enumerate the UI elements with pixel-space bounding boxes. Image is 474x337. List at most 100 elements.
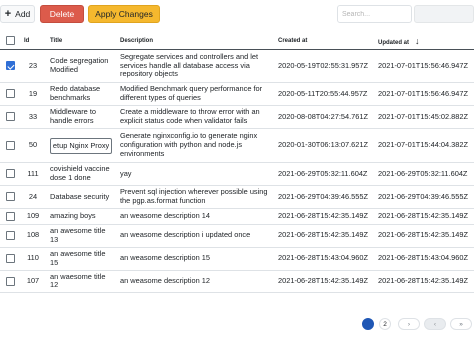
cell-updated-at[interactable]: 2021-06-28T15:42:35.149Z <box>374 208 474 225</box>
row-checkbox[interactable] <box>5 112 15 122</box>
cell-id[interactable]: 23 <box>20 49 46 83</box>
row-checkbox[interactable] <box>5 253 15 263</box>
apply-changes-button[interactable]: Apply Changes <box>88 5 160 23</box>
table-row[interactable]: 107 an waesome title 12 an weasome descrip… <box>0 270 474 294</box>
cell-title[interactable]: covishield vaccine dose 1 done <box>46 162 116 186</box>
cell-description[interactable]: an weasome description i updated once <box>116 224 274 248</box>
cell-created-at[interactable]: 2020-08-08T04:27:54.761Z <box>274 105 374 129</box>
cell-id[interactable]: 108 <box>20 224 46 248</box>
row-checkbox[interactable] <box>5 169 15 179</box>
cell-title[interactable]: an awesome title 15 <box>46 247 116 271</box>
table-row[interactable]: 111 covishield vaccine dose 1 done yay 2021… <box>0 162 474 186</box>
column-header-description[interactable]: Description <box>116 32 274 50</box>
cell-title[interactable]: Middleware to handle errors <box>46 105 116 129</box>
cell-updated-at[interactable]: 2021-06-29T05:32:11.604Z <box>374 162 474 186</box>
last-page-button[interactable]: » <box>450 318 472 330</box>
cell-id[interactable]: 107 <box>20 270 46 294</box>
select-all-cell <box>0 32 20 50</box>
plus-icon: + <box>4 7 12 20</box>
column-header-updated[interactable]: Updated at ↓ <box>374 32 474 50</box>
cell-description[interactable]: an weasome description 15 <box>116 247 274 271</box>
cell-description[interactable]: an weasome description 12 <box>116 270 274 294</box>
row-checkbox[interactable] <box>5 61 15 71</box>
cell-title <box>46 128 116 163</box>
toolbar: + Add Delete Apply Changes <box>0 5 474 23</box>
search-button[interactable] <box>414 5 474 23</box>
cell-created-at[interactable]: 2021-06-28T15:42:35.149Z <box>274 208 374 225</box>
cell-title[interactable]: an waesome title 12 <box>46 270 116 294</box>
table-row[interactable]: 108 an awesome title 13 an weasome descrip… <box>0 224 474 248</box>
previous-page-button[interactable]: ‹ <box>424 318 446 330</box>
cell-id[interactable]: 111 <box>20 162 46 186</box>
row-select-cell <box>0 162 20 186</box>
cell-updated-at[interactable]: 2021-07-01T15:45:02.882Z <box>374 105 474 129</box>
search-input[interactable] <box>337 5 412 23</box>
apply-changes-label: Apply Changes <box>95 9 153 19</box>
row-select-cell <box>0 224 20 248</box>
cell-title[interactable]: Database security <box>46 185 116 209</box>
table-row[interactable]: 33 Middleware to handle errors Create a mi… <box>0 105 474 129</box>
cell-title[interactable]: amazing boys <box>46 208 116 225</box>
page-2-button[interactable]: 2 <box>379 318 391 330</box>
row-select-cell <box>0 82 20 106</box>
column-header-title[interactable]: Title <box>46 32 116 50</box>
todo-table: Id Title Description Created at Updated … <box>0 32 474 294</box>
select-all-checkbox[interactable] <box>5 36 15 45</box>
cell-id[interactable]: 109 <box>20 208 46 225</box>
page-1-button[interactable]: 1 <box>362 318 374 330</box>
row-checkbox[interactable] <box>5 276 15 286</box>
cell-updated-at[interactable]: 2021-06-28T15:43:04.960Z <box>374 247 474 271</box>
cell-created-at[interactable]: 2021-06-29T04:39:46.555Z <box>274 185 374 209</box>
row-checkbox[interactable] <box>5 211 15 221</box>
cell-created-at[interactable]: 2021-06-28T15:43:04.960Z <box>274 247 374 271</box>
table-row[interactable]: 109 amazing boys an weasome description 14… <box>0 208 474 225</box>
column-header-created[interactable]: Created at <box>274 32 374 50</box>
cell-description[interactable]: an weasome description 14 <box>116 208 274 225</box>
cell-created-at[interactable]: 2020-05-11T20:55:44.957Z <box>274 82 374 106</box>
cell-id[interactable]: 24 <box>20 185 46 209</box>
title-edit-input[interactable] <box>50 137 112 154</box>
sort-descending-icon[interactable]: ↓ <box>415 36 420 46</box>
cell-description[interactable]: Create a middleware to throw error with … <box>116 105 274 129</box>
cell-updated-at[interactable]: 2021-07-01T15:56:46.947Z <box>374 49 474 83</box>
table-row[interactable]: 24 Database security Prevent sql injection… <box>0 185 474 209</box>
cell-updated-at[interactable]: 2021-06-28T15:42:35.149Z <box>374 270 474 294</box>
next-page-button[interactable]: › <box>398 318 420 330</box>
cell-updated-at[interactable]: 2021-07-01T15:56:46.947Z <box>374 82 474 106</box>
cell-created-at[interactable]: 2021-06-28T15:42:35.149Z <box>274 270 374 294</box>
pagination: 1 2 › ‹ » <box>0 318 474 330</box>
cell-created-at[interactable]: 2021-06-29T05:32:11.604Z <box>274 162 374 186</box>
cell-updated-at[interactable]: 2021-06-29T04:39:46.555Z <box>374 185 474 209</box>
table-row[interactable]: 23 Code segregation Modified Segregate ser… <box>0 49 474 83</box>
row-checkbox[interactable] <box>5 140 15 150</box>
add-button-label: Add <box>15 9 31 19</box>
cell-updated-at[interactable]: 2021-07-01T15:44:04.382Z <box>374 128 474 163</box>
row-checkbox[interactable] <box>5 192 15 202</box>
row-select-cell <box>0 270 20 294</box>
cell-description[interactable]: yay <box>116 162 274 186</box>
cell-updated-at[interactable]: 2021-06-28T15:42:35.149Z <box>374 224 474 248</box>
row-select-cell <box>0 247 20 271</box>
table-row[interactable]: 19 Redo database benchmarks Modified Bench… <box>0 82 474 106</box>
cell-id[interactable]: 50 <box>20 128 46 163</box>
table-row[interactable]: 50 Generate nginxconfig.io to generate ng… <box>0 128 474 163</box>
cell-title[interactable]: Redo database benchmarks <box>46 82 116 106</box>
add-button[interactable]: + Add <box>0 5 35 23</box>
cell-created-at[interactable]: 2020-01-30T06:13:07.621Z <box>274 128 374 163</box>
cell-title[interactable]: an awesome title 13 <box>46 224 116 248</box>
column-header-id[interactable]: Id <box>20 32 46 50</box>
cell-description[interactable]: Segregate services and controllers and l… <box>116 49 274 83</box>
delete-button[interactable]: Delete <box>40 5 84 23</box>
cell-title[interactable]: Code segregation Modified <box>46 49 116 83</box>
cell-id[interactable]: 19 <box>20 82 46 106</box>
cell-description[interactable]: Modified Benchmark query performance for… <box>116 82 274 106</box>
cell-description[interactable]: Generate nginxconfig.io to generate ngin… <box>116 128 274 163</box>
table-row[interactable]: 110 an awesome title 15 an weasome descrip… <box>0 247 474 271</box>
row-checkbox[interactable] <box>5 231 15 241</box>
cell-description[interactable]: Prevent sql injection wherever possible … <box>116 185 274 209</box>
row-checkbox[interactable] <box>5 89 15 99</box>
cell-id[interactable]: 110 <box>20 247 46 271</box>
cell-id[interactable]: 33 <box>20 105 46 129</box>
cell-created-at[interactable]: 2020-05-19T02:55:31.957Z <box>274 49 374 83</box>
cell-created-at[interactable]: 2021-06-28T15:42:35.149Z <box>274 224 374 248</box>
